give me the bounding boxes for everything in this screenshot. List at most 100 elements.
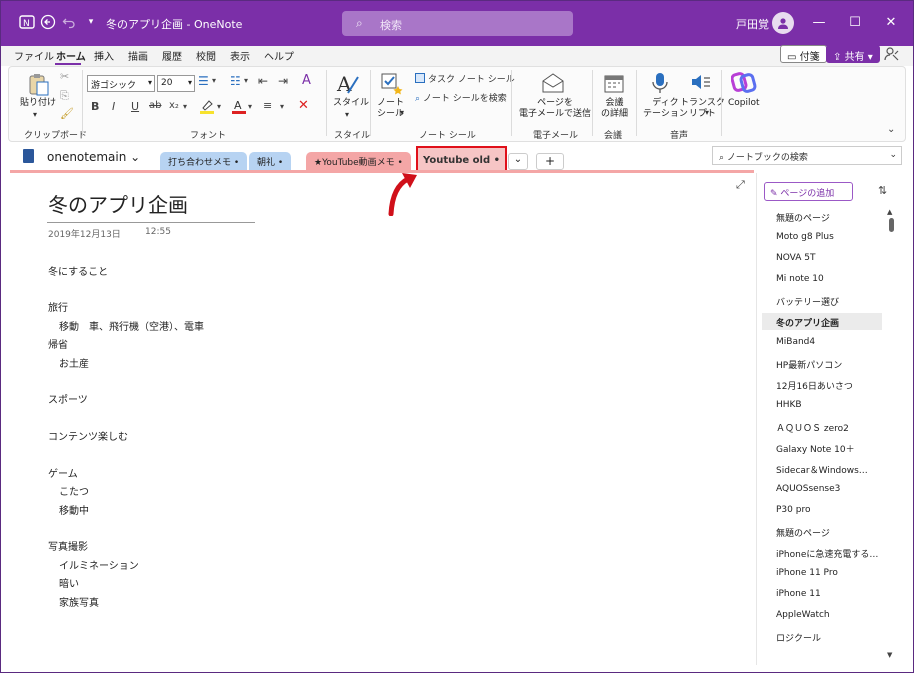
minimize-button[interactable]: —: [810, 14, 828, 32]
page-list-item[interactable]: iPhoneに急速充電する…: [762, 544, 882, 561]
task-tag-button[interactable]: タスク ノート シール: [415, 72, 515, 85]
strikethrough-icon[interactable]: ab: [149, 100, 161, 111]
notebook-search-box[interactable]: ⌕ ノートブックの検索 ⌄: [712, 146, 902, 165]
note-line[interactable]: ゲーム: [48, 465, 78, 480]
copilot-icon[interactable]: [730, 71, 757, 99]
page-list-item[interactable]: 無題のページ: [762, 523, 882, 540]
highlighter-icon[interactable]: [199, 98, 215, 118]
page-list-item[interactable]: AppleWatch: [762, 607, 882, 624]
page-list-item[interactable]: HHKB: [762, 397, 882, 414]
meeting-details-icon[interactable]: [603, 72, 625, 98]
maximize-button[interactable]: ☐: [846, 14, 864, 32]
page-list-item[interactable]: ロジクール: [762, 628, 882, 645]
transcribe-dropdown-icon[interactable]: ▾: [705, 108, 709, 117]
underline-icon[interactable]: U: [131, 100, 139, 113]
menu-help[interactable]: ヘルプ: [264, 48, 294, 63]
format-painter-icon[interactable]: 🖌: [60, 107, 74, 120]
collapse-ribbon-icon[interactable]: ⌄: [887, 124, 895, 135]
increase-indent-icon[interactable]: ⇥: [278, 74, 288, 88]
page-list-item[interactable]: Galaxy Note 10＋: [762, 439, 882, 456]
numbered-list-icon[interactable]: ☷: [230, 74, 241, 88]
back-icon[interactable]: [39, 13, 57, 31]
copy-icon[interactable]: ⎘: [60, 89, 69, 103]
scroll-down-icon[interactable]: ▼: [887, 651, 892, 659]
page-canvas[interactable]: [10, 173, 754, 663]
style-button[interactable]: スタイル: [333, 98, 369, 109]
subscript-icon[interactable]: x₂: [169, 100, 179, 111]
page-list-item[interactable]: HP最新パソコン: [762, 355, 882, 372]
note-line[interactable]: 帰省: [48, 336, 68, 351]
meeting-details-button[interactable]: 会議 の詳細: [601, 98, 628, 120]
find-tags-button[interactable]: ⌕ ノート シールを検索: [415, 91, 507, 104]
menu-draw[interactable]: 描画: [128, 48, 148, 63]
page-list-item-selected[interactable]: 冬のアプリ企画: [762, 313, 882, 330]
bullet-list-dropdown-icon[interactable]: ▾: [212, 76, 216, 85]
bullet-list-icon[interactable]: ☰: [198, 74, 209, 88]
menu-history[interactable]: 履歴: [162, 48, 182, 63]
note-line[interactable]: 移動 車、飛行機（空港）、電車: [59, 318, 204, 333]
copilot-button[interactable]: Copilot: [728, 98, 760, 109]
email-icon[interactable]: [541, 72, 565, 98]
note-line[interactable]: 家族写真: [59, 594, 99, 609]
section-tab-meeting-notes[interactable]: 打ち合わせメモ •: [160, 152, 248, 170]
note-line[interactable]: 移動中: [59, 502, 89, 517]
page-title[interactable]: 冬のアプリ企画: [48, 189, 188, 218]
subscript-dropdown-icon[interactable]: ▾: [183, 102, 187, 111]
numbered-list-dropdown-icon[interactable]: ▾: [244, 76, 248, 85]
note-line[interactable]: 冬にすること: [48, 263, 108, 278]
avatar[interactable]: [772, 12, 794, 34]
highlighter-dropdown-icon[interactable]: ▾: [217, 102, 221, 111]
font-name-select[interactable]: 游ゴシック ▾: [87, 75, 155, 92]
style-dropdown-icon[interactable]: ▾: [345, 110, 349, 119]
bold-icon[interactable]: B: [91, 100, 99, 113]
page-list-item[interactable]: iPhone 11 Pro: [762, 565, 882, 582]
note-tag-dropdown-icon[interactable]: ▾: [400, 108, 404, 117]
note-line[interactable]: こたつ: [59, 483, 89, 498]
clear-formatting-icon[interactable]: A: [302, 73, 311, 88]
note-line[interactable]: コンテンツ楽しむ: [48, 428, 128, 443]
scrollbar-thumb[interactable]: [889, 218, 894, 232]
sticky-note-button[interactable]: ▭ 付箋: [780, 45, 827, 63]
add-page-button[interactable]: ✎ ページの追加: [764, 182, 853, 201]
notebook-selector[interactable]: onenotemain ⌄: [47, 150, 140, 164]
note-tag-icon[interactable]: [380, 72, 404, 100]
paste-dropdown-icon[interactable]: ▾: [33, 110, 37, 119]
transcribe-button[interactable]: トランスク リプト: [680, 98, 725, 120]
close-button[interactable]: ✕: [882, 14, 900, 32]
expand-icon[interactable]: ⤢: [736, 178, 745, 192]
transcribe-icon[interactable]: [690, 72, 712, 96]
page-list-item[interactable]: Moto g8 Plus: [762, 229, 882, 246]
menu-home[interactable]: ホーム: [56, 48, 86, 63]
feedback-icon[interactable]: [884, 46, 900, 66]
page-list-item[interactable]: 無題のページ: [762, 208, 882, 225]
note-line[interactable]: 写真撮影: [48, 538, 88, 553]
menu-file[interactable]: ファイル: [14, 48, 54, 63]
section-tab-morning-meeting[interactable]: 朝礼 •: [249, 152, 292, 170]
page-list-item[interactable]: MiBand4: [762, 334, 882, 351]
add-section-button[interactable]: +: [536, 153, 564, 170]
page-list-item[interactable]: iPhone 11: [762, 586, 882, 603]
page-list-item[interactable]: Sidecar＆Windows…: [762, 460, 882, 477]
note-line[interactable]: 旅行: [48, 299, 68, 314]
cut-icon[interactable]: ✂: [60, 70, 69, 83]
italic-icon[interactable]: I: [112, 100, 115, 113]
sort-icon[interactable]: ⇅: [878, 184, 887, 197]
page-list-item[interactable]: NOVA 5T: [762, 250, 882, 267]
page-list-item[interactable]: 12月16日あいさつ: [762, 376, 882, 393]
quick-access-dropdown-icon[interactable]: ▾: [82, 13, 100, 31]
section-tab-youtube-memo[interactable]: ★YouTube動画メモ •: [306, 152, 411, 170]
menu-review[interactable]: 校閲: [196, 48, 216, 63]
scroll-up-icon[interactable]: ▲: [887, 208, 892, 216]
paste-button[interactable]: 貼り付け: [20, 98, 56, 109]
page-list-item[interactable]: ＡＱＵＯＳ zero2: [762, 418, 882, 435]
menu-view[interactable]: 表示: [230, 48, 250, 63]
page-list-item[interactable]: P30 pro: [762, 502, 882, 519]
font-size-select[interactable]: 20 ▾: [157, 75, 195, 92]
page-list-item[interactable]: バッテリー選び: [762, 292, 882, 309]
share-button[interactable]: ⇪ 共有 ▾: [826, 45, 880, 63]
delete-icon[interactable]: ✕: [298, 98, 309, 113]
decrease-indent-icon[interactable]: ⇤: [258, 74, 268, 88]
page-list-item[interactable]: AQUOSsense3: [762, 481, 882, 498]
search-box[interactable]: ⌕ 検索: [342, 11, 573, 36]
font-color-icon[interactable]: A: [231, 98, 247, 118]
